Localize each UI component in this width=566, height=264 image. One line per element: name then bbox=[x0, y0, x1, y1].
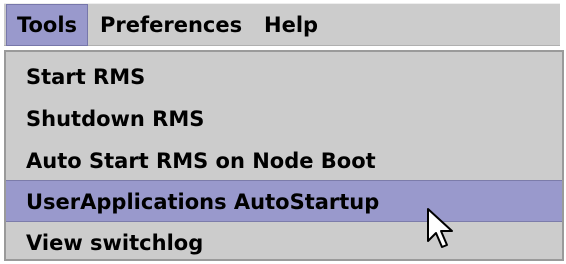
arrow-pointer-icon bbox=[427, 208, 453, 248]
menu-item-shutdown-rms[interactable]: Shutdown RMS bbox=[6, 98, 562, 140]
menu-tools[interactable]: Tools bbox=[6, 4, 88, 46]
application-window: Tools Preferences Help Start RMS Shutdow… bbox=[0, 0, 566, 263]
tools-dropdown-menu: Start RMS Shutdown RMS Auto Start RMS on… bbox=[4, 50, 564, 261]
menu-item-view-switchlog[interactable]: View switchlog bbox=[6, 222, 562, 264]
menu-bar: Tools Preferences Help bbox=[4, 3, 560, 46]
menu-item-auto-start-rms-on-node-boot[interactable]: Auto Start RMS on Node Boot bbox=[6, 140, 562, 182]
menu-preferences[interactable]: Preferences bbox=[100, 4, 242, 46]
menu-help[interactable]: Help bbox=[264, 4, 318, 46]
menu-item-start-rms[interactable]: Start RMS bbox=[6, 56, 562, 98]
menu-item-userapplications-autostartup[interactable]: UserApplications AutoStartup bbox=[6, 180, 562, 222]
